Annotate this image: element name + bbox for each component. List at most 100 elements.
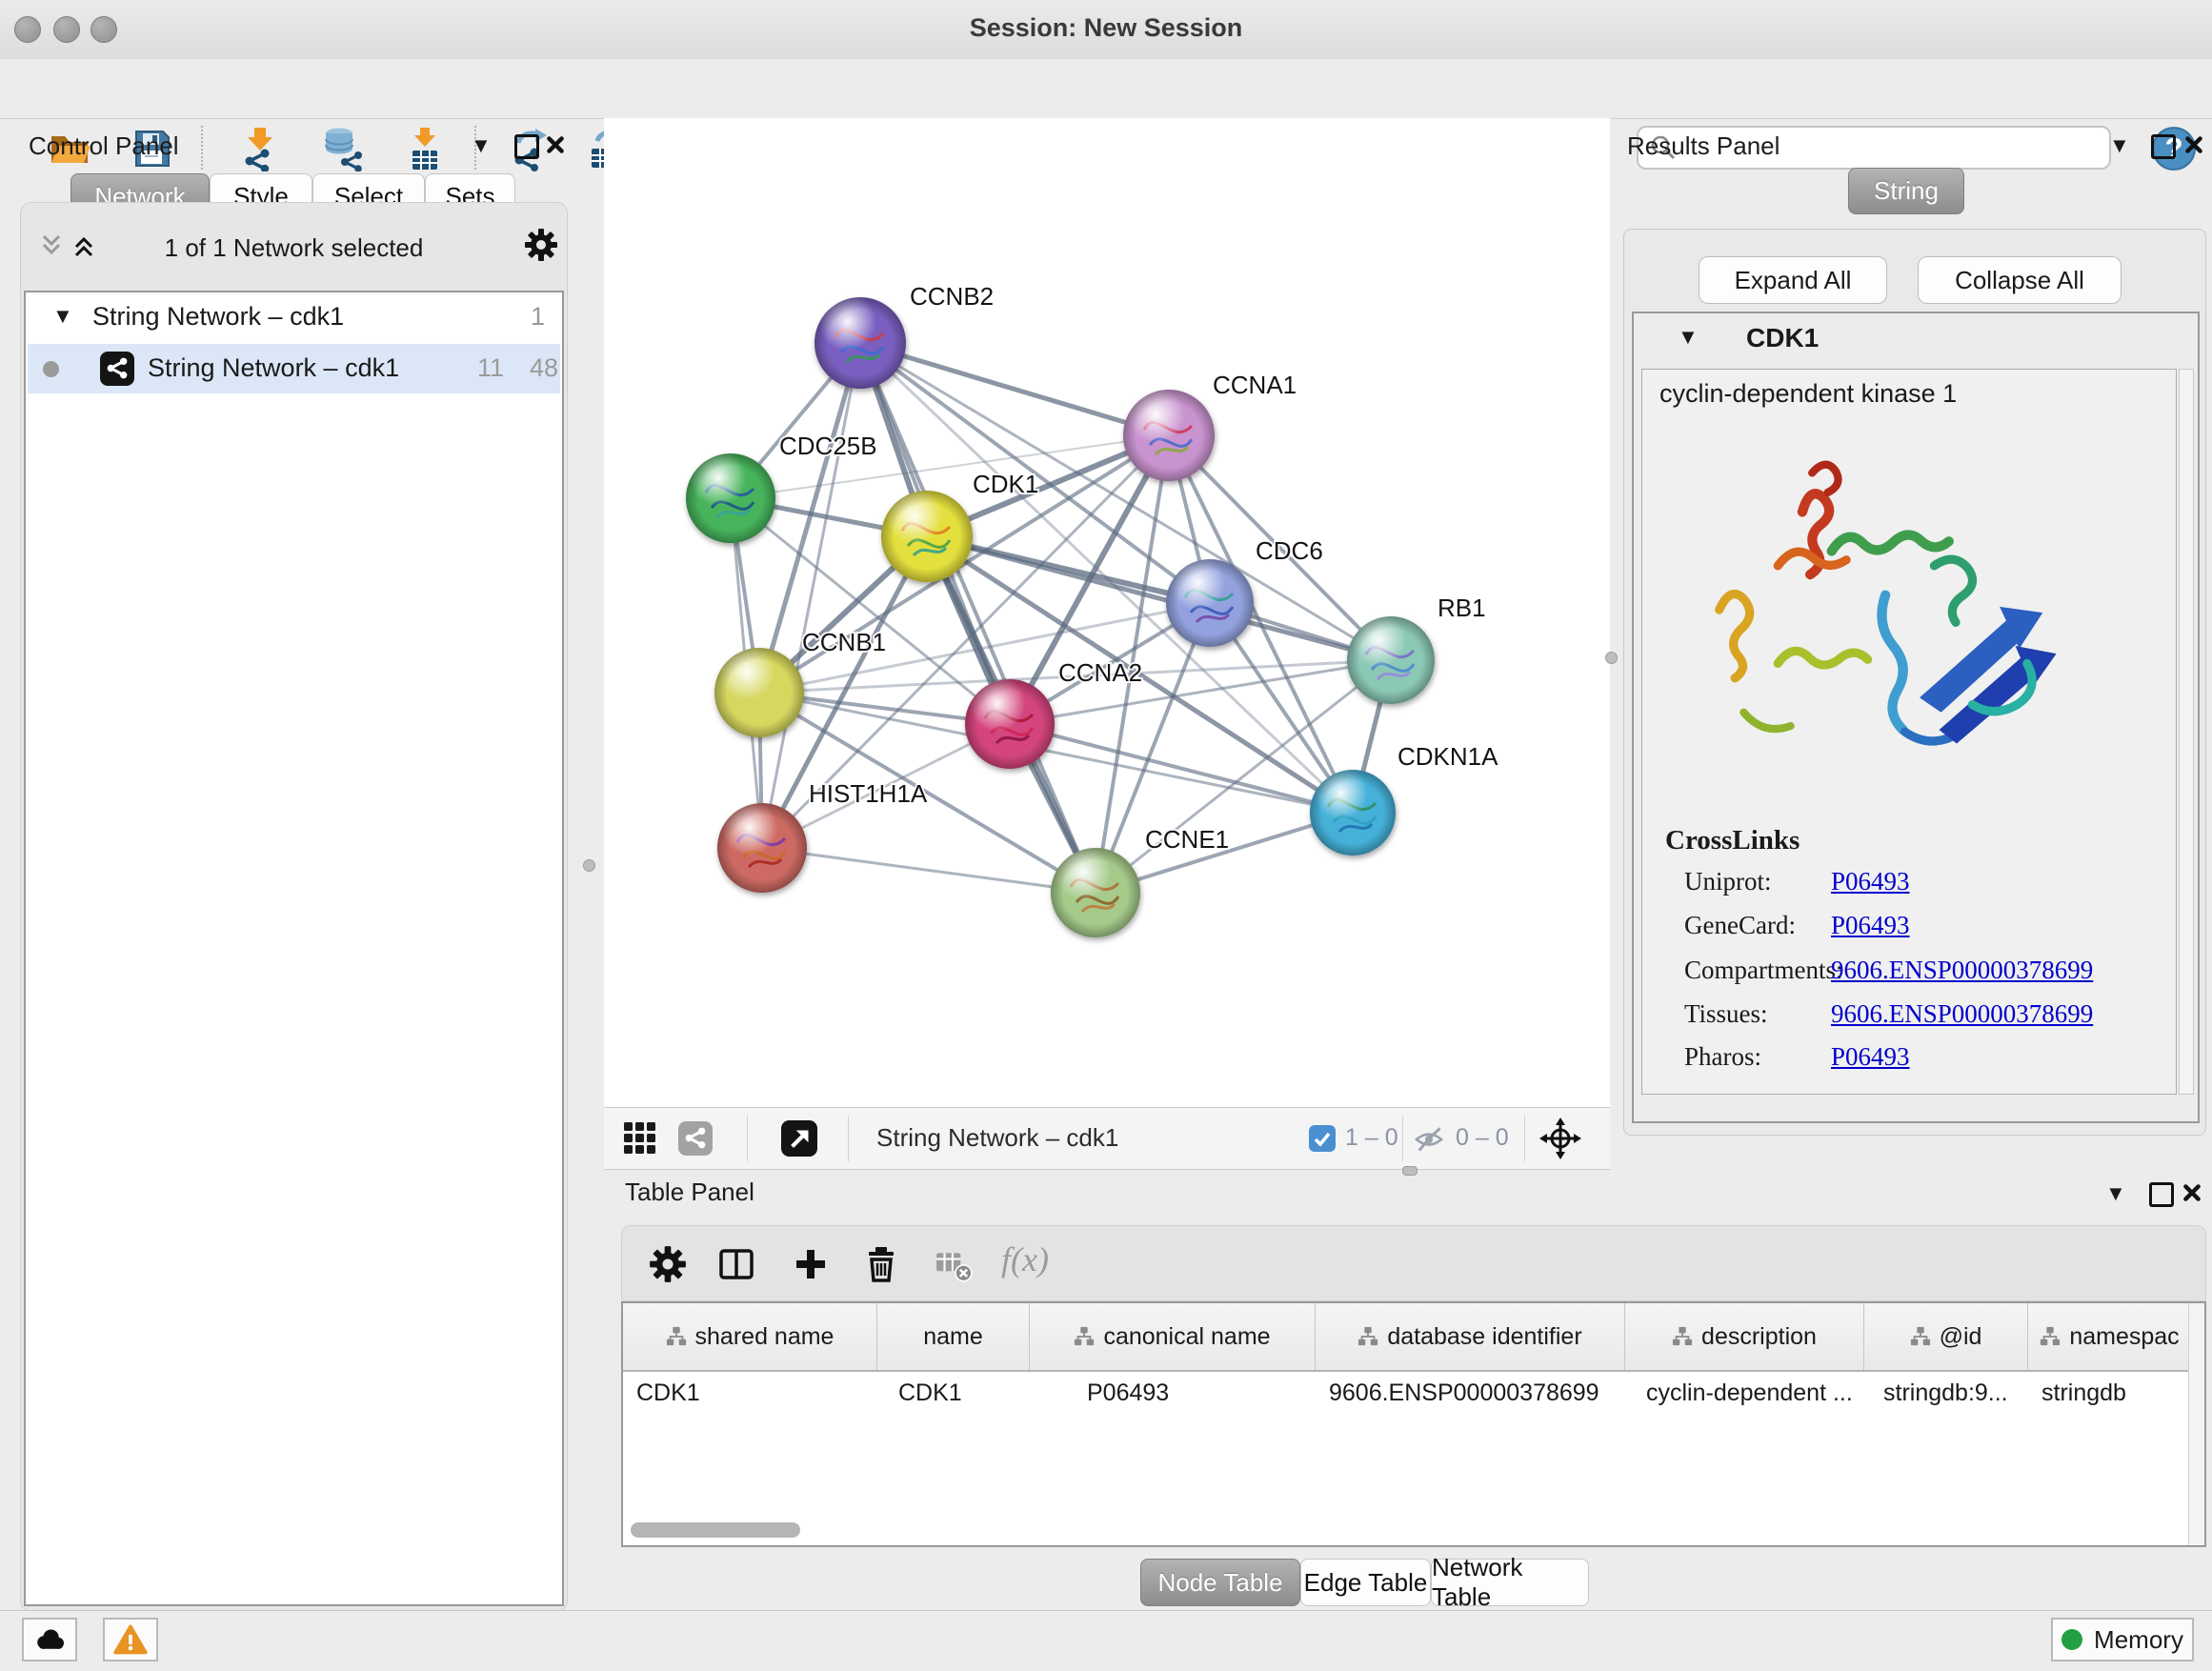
current-network-name: String Network – cdk1 [876, 1123, 1118, 1153]
cloud-services-button[interactable] [22, 1618, 77, 1661]
horizontal-scrollbar-thumb[interactable] [631, 1522, 800, 1538]
network-tree-root-row[interactable]: ▼ String Network – cdk1 1 [26, 300, 562, 342]
cell-database-identifier: 9606.ENSP00000378699 [1316, 1370, 1625, 1416]
network-node-CDK1[interactable] [881, 491, 973, 582]
column-header-description[interactable]: description [1625, 1303, 1864, 1370]
results-panel-close-icon[interactable] [2183, 134, 2204, 155]
expand-all-button[interactable]: Expand All [1699, 256, 1887, 304]
column-header-canonical-name[interactable]: canonical name [1030, 1303, 1316, 1370]
network-node-HIST1H1A[interactable] [717, 803, 807, 893]
network-edge[interactable] [860, 343, 1169, 435]
network-node-RB1[interactable] [1347, 616, 1435, 704]
node-label-CCNE1: CCNE1 [1145, 825, 1229, 854]
selected-nodes-checkbox-icon[interactable] [1309, 1125, 1336, 1152]
table-options-gear-icon[interactable] [649, 1245, 687, 1283]
cloud-icon [32, 1625, 67, 1654]
collapse-all-button[interactable]: Collapse All [1918, 256, 2122, 304]
memory-button[interactable]: Memory [2051, 1618, 2194, 1661]
crosslink-compartments-link[interactable]: 9606.ENSP00000378699 [1831, 956, 2093, 985]
results-panel-float-icon[interactable] [2151, 134, 2176, 159]
network-node-CDC25B[interactable] [686, 453, 775, 543]
fit-content-crosshair-icon[interactable] [1539, 1117, 1581, 1159]
network-canvas[interactable]: CCNB2CCNA1CDC25BCDK1CDC6RB1CCNB1CCNA2CDK… [604, 118, 1610, 1107]
protein-card-collapse-icon[interactable]: ▼ [1678, 325, 1699, 350]
network-node-count: 11 [477, 353, 504, 383]
column-header-database-identifier[interactable]: database identifier [1316, 1303, 1625, 1370]
shared-column-icon [1672, 1326, 1693, 1347]
network-edge[interactable] [762, 848, 1096, 893]
table-panel-float-icon[interactable] [2149, 1182, 2174, 1207]
node-label-CCNA2: CCNA2 [1058, 658, 1142, 687]
delete-column-trash-icon[interactable] [862, 1243, 900, 1283]
network-tree-row-selected[interactable]: String Network – cdk1 11 48 [28, 344, 560, 393]
tree-expander-icon[interactable]: ▼ [52, 304, 73, 329]
tab-node-table[interactable]: Node Table [1140, 1559, 1300, 1606]
network-node-CDC6[interactable] [1166, 559, 1254, 647]
column-header-id[interactable]: @id [1864, 1303, 2028, 1370]
title-bar: Session: New Session [0, 0, 2212, 60]
crosslink-pharos-link[interactable]: P06493 [1831, 1042, 1910, 1072]
control-panel-close-icon[interactable] [545, 134, 566, 155]
column-header-name[interactable]: name [877, 1303, 1030, 1370]
birdseye-view-icon[interactable] [781, 1120, 817, 1157]
tab-network-table[interactable]: Network Table [1431, 1559, 1589, 1606]
network-view-mode-icon[interactable] [678, 1121, 713, 1156]
crosslink-label: Uniprot: [1684, 867, 1772, 896]
selected-count: 1 – 0 [1345, 1124, 1398, 1152]
network-node-CDKN1A[interactable] [1310, 770, 1396, 856]
tab-string[interactable]: String [1848, 168, 1964, 214]
shared-column-icon [1910, 1326, 1931, 1347]
warning-triangle-icon [113, 1624, 148, 1655]
cell-id: stringdb:9... [1864, 1370, 2028, 1416]
crosslinks-title: CrossLinks [1665, 825, 1800, 856]
network-options-gear-icon[interactable] [524, 228, 558, 262]
network-edge-count: 48 [530, 353, 558, 383]
warnings-button[interactable] [103, 1618, 158, 1661]
memory-status-dot-icon [2061, 1629, 2082, 1650]
column-header-namespace[interactable]: namespac [2028, 1303, 2191, 1370]
network-node-CCNE1[interactable] [1051, 848, 1140, 937]
control-panel-float-icon[interactable] [514, 134, 539, 159]
table-panel-menu-icon[interactable]: ▼ [2105, 1181, 2126, 1206]
column-header-shared-name[interactable]: shared name [623, 1303, 877, 1370]
network-node-CCNA2[interactable] [965, 679, 1055, 769]
right-splitter-handle[interactable] [1605, 652, 1618, 664]
network-node-CCNA1[interactable] [1123, 390, 1215, 481]
table-panel: Table Panel ▼ f(x) shared name name cano… [604, 1174, 2212, 1610]
network-view-toolbar: String Network – cdk1 1 – 0 0 – 0 [604, 1107, 1610, 1170]
left-splitter-handle[interactable] [583, 859, 595, 872]
results-panel-menu-icon[interactable]: ▼ [2109, 133, 2130, 158]
toolbar-separator [848, 1116, 849, 1161]
network-status-dot-icon [43, 361, 59, 377]
hidden-nodes-eye-icon[interactable] [1414, 1125, 1444, 1154]
network-edge[interactable] [860, 343, 1096, 893]
shared-column-icon [666, 1326, 687, 1347]
crosslink-tissues-link[interactable]: 9606.ENSP00000378699 [1831, 999, 2093, 1029]
crosslink-row: GeneCard: [1684, 911, 1796, 940]
table-vertical-scrollbar[interactable] [2188, 1303, 2204, 1545]
crosslink-genecard-link[interactable]: P06493 [1831, 911, 1910, 940]
function-builder-button[interactable]: f(x) [1001, 1239, 1049, 1279]
status-bar: Memory [0, 1610, 2212, 1671]
horizontal-splitter-handle[interactable] [1402, 1166, 1418, 1176]
network-graph: CCNB2CCNA1CDC25BCDK1CDC6RB1CCNB1CCNA2CDK… [604, 118, 1610, 1107]
network-node-CCNB1[interactable] [714, 648, 804, 737]
grid-view-icon[interactable] [623, 1121, 657, 1156]
crosslink-row: Pharos: [1684, 1042, 1761, 1072]
crosslink-uniprot-link[interactable]: P06493 [1831, 867, 1910, 896]
memory-label: Memory [2094, 1625, 2183, 1655]
table-panel-close-icon[interactable] [2182, 1182, 2202, 1203]
tab-edge-table[interactable]: Edge Table [1300, 1559, 1431, 1606]
network-edge[interactable] [762, 343, 860, 848]
show-columns-icon[interactable] [717, 1245, 755, 1283]
table-tabs: Node Table Edge Table Network Table [1140, 1559, 1589, 1606]
hidden-count: 0 – 0 [1456, 1124, 1509, 1152]
crosslink-label: Tissues: [1684, 999, 1768, 1028]
network-node-CCNB2[interactable] [814, 297, 906, 389]
create-column-plus-icon[interactable] [792, 1245, 830, 1283]
control-panel-menu-icon[interactable]: ▼ [471, 133, 492, 158]
control-panel-title: Control Panel [29, 131, 179, 161]
results-scrollbar[interactable] [2179, 369, 2194, 1095]
protein-details: cyclin-dependent kinase 1 [1641, 369, 2177, 1095]
table-row[interactable]: CDK1 CDK1 P06493 9606.ENSP00000378699 cy… [623, 1370, 2191, 1416]
